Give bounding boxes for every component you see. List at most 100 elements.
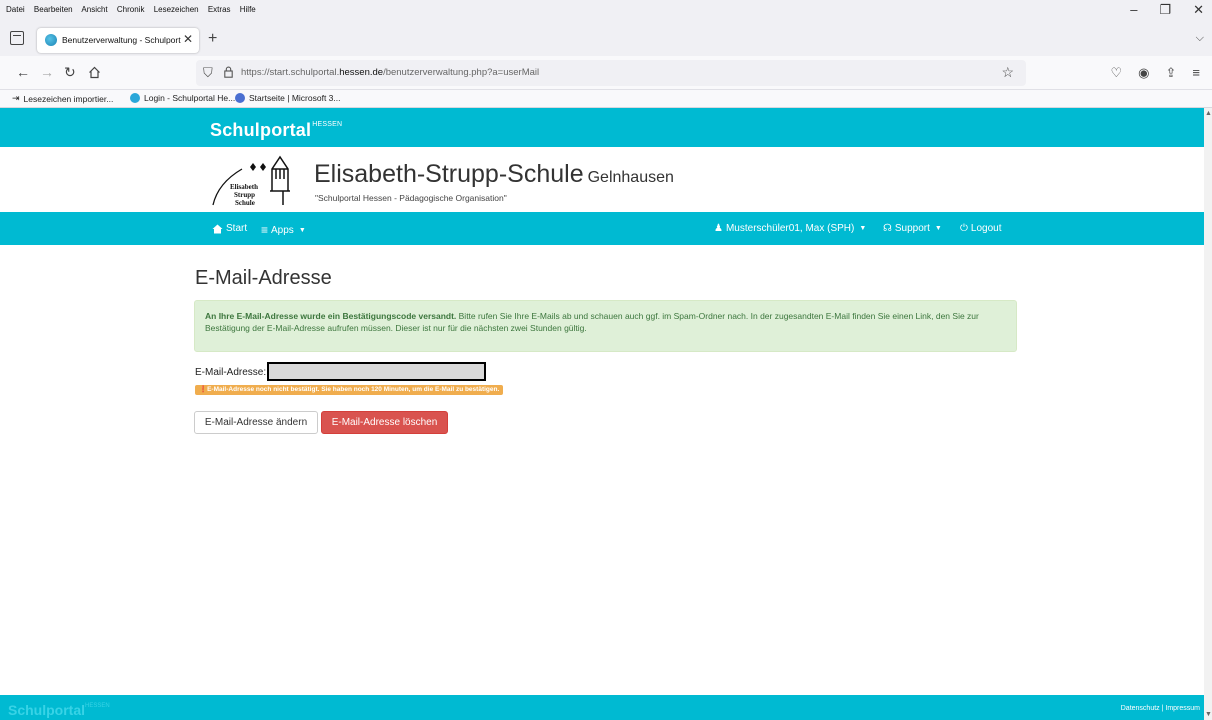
nav-support-label: Support [894,223,930,234]
menu-hilfe[interactable]: Hilfe [240,5,256,14]
url-domain: hessen.de [339,67,384,78]
import-icon: ⇥ [12,93,20,103]
caret-down-icon: ▼ [934,225,942,232]
microsoft-favicon-icon [235,93,245,103]
unconfirmed-warning-badge: ❗E-Mail-Adresse noch nicht bestätigt. Si… [195,385,504,395]
back-icon[interactable]: ← [16,65,30,79]
page-title: E-Mail-Adresse [195,267,332,289]
tab-list-icon[interactable] [10,31,24,45]
hamburger-menu-icon[interactable]: ≡ [1192,65,1200,81]
user-icon: ♟ [714,223,723,234]
forward-icon[interactable]: → [40,65,54,79]
toolbar-icons: ♡ ◉ ⇪ ≡ [1111,65,1201,81]
bookmark-import-label: Lesezeichen importier... [23,93,114,104]
footer-links[interactable]: Datenschutz | Impressum [1121,705,1200,712]
address-bar[interactable]: ⛉ https://start.schulportal.hessen.de/be… [196,60,1026,86]
warning-text: E-Mail-Adresse noch nicht bestätigt. Sie… [207,386,500,393]
nav-logout-label: Logout [970,223,1002,234]
navigation-toolbar: ← → ↻ ⛉ https://start.schulportal.hessen… [0,56,1212,90]
email-field-redacted [267,362,486,381]
tab-benutzerverwaltung[interactable]: Benutzerverwaltung - Schulport ✕ [37,28,199,53]
account-icon[interactable]: ◉ [1138,65,1149,81]
school-subtitle: "Schulportal Hessen - Pädagogische Organ… [315,193,507,203]
footer-brand-sup: HESSEN [85,703,110,709]
portal-navbar: Start ≡ Apps ▼ ♟ Musterschüler01, Max (S… [0,212,1204,245]
menu-items: Datei Bearbeiten Ansicht Chronik Lesezei… [6,5,263,14]
url-prefix: https://start.schulportal. [241,67,340,78]
window-controls: – ❐ ✕ [1130,2,1204,18]
school-name-text: Elisabeth-Strupp-Schule [314,160,584,188]
bookmark-import[interactable]: ⇥ Lesezeichen importier... [12,93,113,104]
tracking-protection-icon[interactable]: ⛉ [203,65,213,81]
page-scrollbar[interactable]: ▲ ▼ [1204,108,1212,720]
power-icon: ⏻ [960,223,968,234]
home-icon[interactable] [88,66,101,79]
nav-support-dropdown[interactable]: ☊ Support ▼ [883,223,942,234]
scroll-up-icon[interactable]: ▲ [1205,110,1212,117]
url-text: https://start.schulportal.hessen.de/benu… [241,67,539,78]
minimize-icon[interactable]: – [1130,2,1137,18]
web-page: SchulportalHESSEN Elisabeth Strupp Schul… [0,108,1204,720]
portal-top-band: SchulportalHESSEN [0,108,1204,147]
extensions-icon[interactable]: ⇪ [1166,65,1177,81]
scroll-down-icon[interactable]: ▼ [1205,711,1212,718]
change-email-button[interactable]: E-Mail-Adresse ändern [194,411,318,434]
schulportal-favicon-icon [45,34,57,46]
lock-icon[interactable] [224,66,233,78]
schulportal-brand[interactable]: SchulportalHESSEN [210,120,342,141]
headset-icon: ☊ [883,223,892,234]
menu-chronik[interactable]: Chronik [117,5,145,14]
school-city: Gelnhausen [587,169,674,186]
reload-icon[interactable]: ↻ [64,65,76,79]
schulportal-favicon-icon [130,93,140,103]
menu-bar: Datei Bearbeiten Ansicht Chronik Lesezei… [0,0,1212,24]
school-name: Elisabeth-Strupp-Schule Gelnhausen [314,160,674,189]
logo-line-1: Elisabeth [230,183,258,191]
menu-ansicht[interactable]: Ansicht [81,5,107,14]
restore-icon[interactable]: ❐ [1159,2,1171,18]
brand-text: Schulportal [210,120,312,140]
caret-down-icon: ▼ [859,225,867,232]
delete-email-button[interactable]: E-Mail-Adresse löschen [321,411,448,434]
nav-apps-label: Apps [271,224,294,236]
nav-start[interactable]: Start [212,223,247,234]
tab-bar: Benutzerverwaltung - Schulport ✕ + ⌵ [0,24,1212,56]
caret-down-icon: ▼ [298,226,306,234]
footer-brand: SchulportalHESSEN [8,702,110,718]
bookmark-login-label: Login - Schulportal He... [144,93,236,103]
school-header: Elisabeth Strupp Schule Elisabeth-Strupp… [0,147,1204,212]
bookmarks-bar: ⇥ Lesezeichen importier... Login - Schul… [0,90,1212,108]
nav-user-label: Musterschüler01, Max (SPH) [725,223,855,234]
home-icon [212,224,223,233]
bookmark-microsoft[interactable]: Startseite | Microsoft 3... [235,93,341,103]
nav-start-label: Start [226,223,248,234]
menu-lines-icon: ≡ [261,223,269,237]
close-window-icon[interactable]: ✕ [1193,2,1204,18]
email-label: E-Mail-Adresse: [195,367,267,378]
school-logo-icon[interactable]: Elisabeth Strupp Schule [210,155,302,207]
menu-lesezeichen[interactable]: Lesezeichen [154,5,199,14]
logo-line-2: Strupp [234,191,255,199]
logo-line-3: Schule [235,199,255,207]
tab-title: Benutzerverwaltung - Schulport [62,35,181,45]
pocket-icon[interactable]: ♡ [1111,65,1123,81]
footer-brand-text: Schulportal [8,702,86,718]
bookmark-login-schulportal[interactable]: Login - Schulportal He... [130,93,235,103]
nav-apps-dropdown[interactable]: ≡ Apps ▼ [261,223,306,237]
menu-extras[interactable]: Extras [208,5,231,14]
alert-bold-text: An Ihre E-Mail-Adresse wurde ein Bestäti… [205,311,457,321]
url-suffix: /benutzerverwaltung.php?a=userMail [383,67,540,78]
new-tab-button[interactable]: + [208,30,217,48]
menu-bearbeiten[interactable]: Bearbeiten [34,5,73,14]
nav-user-dropdown[interactable]: ♟ Musterschüler01, Max (SPH) ▼ [714,223,866,234]
brand-sup: HESSEN [312,121,343,128]
nav-logout[interactable]: ⏻ Logout [960,223,1002,234]
bookmark-star-icon[interactable]: ☆ [1001,64,1014,81]
success-alert: An Ihre E-Mail-Adresse wurde ein Bestäti… [194,300,1017,352]
portal-footer: SchulportalHESSEN Datenschutz | Impressu… [0,695,1204,720]
bookmark-microsoft-label: Startseite | Microsoft 3... [249,93,341,103]
close-tab-icon[interactable]: ✕ [183,32,193,46]
exclamation-circle-icon: ❗ [199,386,208,393]
menu-datei[interactable]: Datei [6,5,25,14]
list-all-tabs-icon[interactable]: ⌵ [1196,32,1204,45]
